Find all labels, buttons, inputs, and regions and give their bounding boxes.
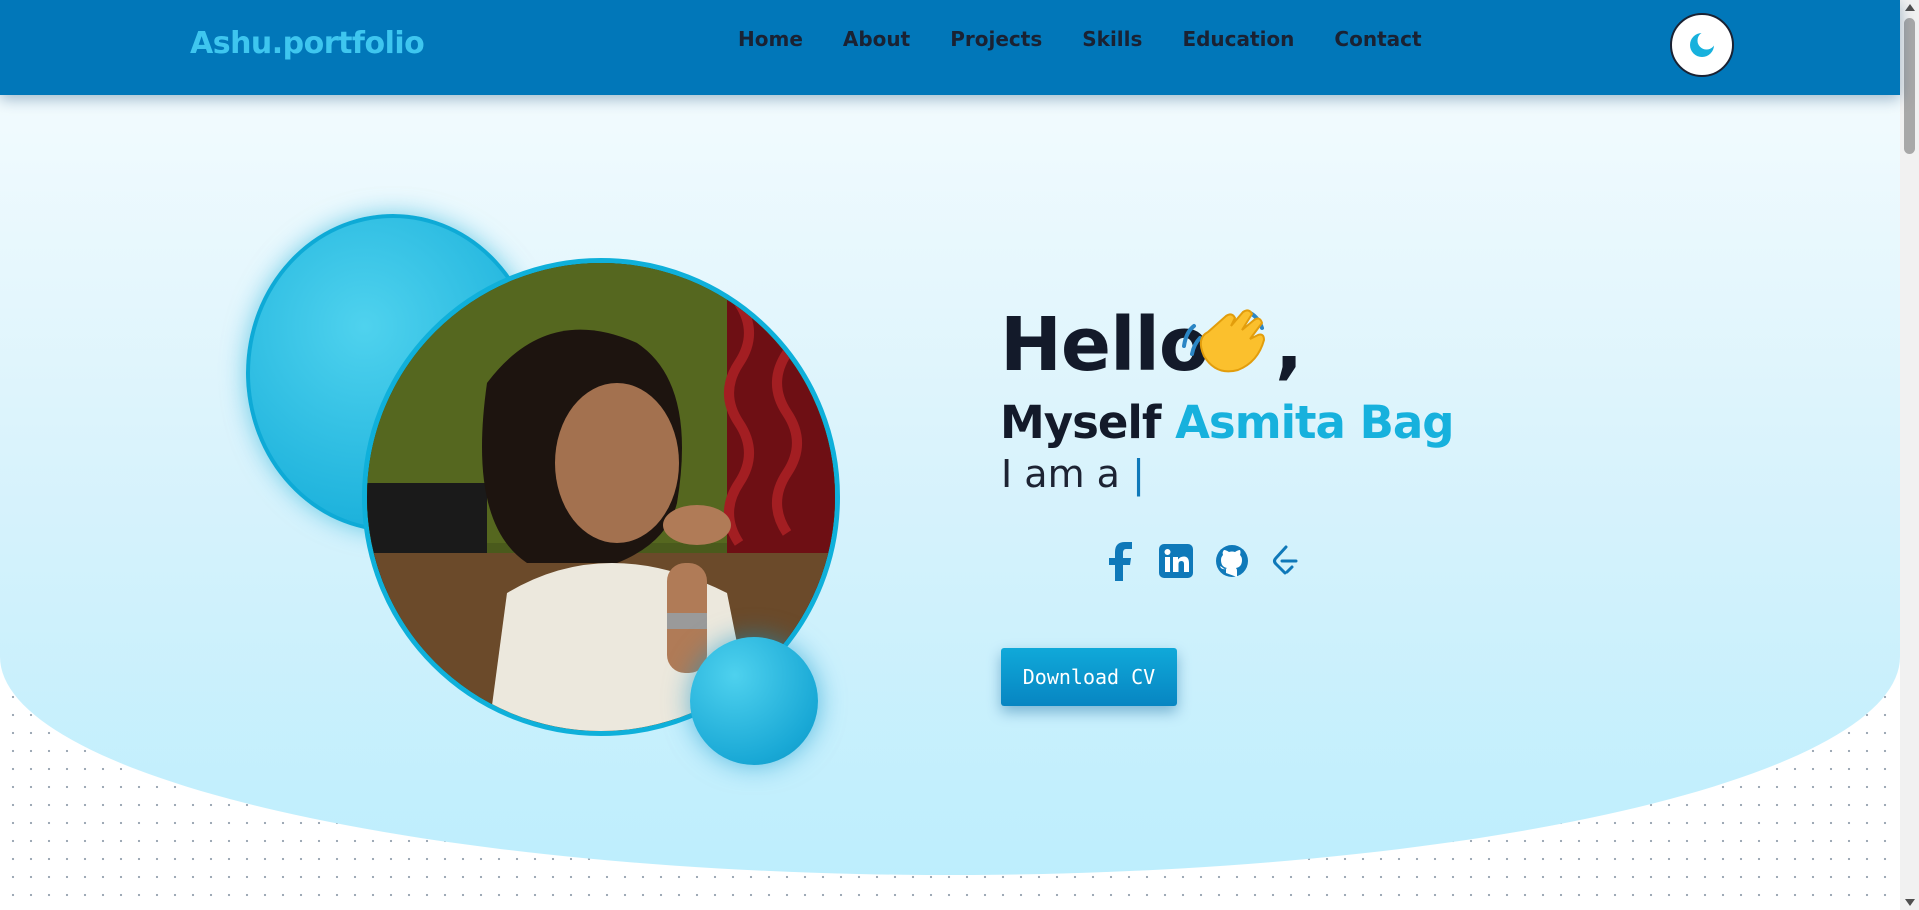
theme-toggle-button[interactable]: [1670, 13, 1734, 77]
intro-name: Asmita Bag: [1175, 396, 1454, 449]
hero-section: [0, 95, 1900, 875]
nav-link-home[interactable]: Home: [738, 27, 803, 51]
waving-hand-icon: [1178, 306, 1268, 390]
scroll-down-arrow-icon[interactable]: [1905, 899, 1915, 906]
nav-link-skills[interactable]: Skills: [1082, 27, 1142, 51]
scroll-thumb[interactable]: [1904, 18, 1915, 154]
github-icon[interactable]: [1214, 543, 1250, 579]
scroll-up-arrow-icon[interactable]: [1905, 4, 1915, 11]
social-links: [1106, 541, 1320, 581]
role-prefix: I am a: [1001, 452, 1120, 496]
intro-prefix: Myself: [1000, 396, 1161, 449]
greeting-comma: ,: [1275, 302, 1304, 388]
nav-links: Home About Projects Skills Education Con…: [738, 27, 1462, 51]
facebook-icon[interactable]: [1106, 541, 1138, 581]
brand-logo[interactable]: Ashu.portfolio: [190, 26, 425, 61]
leetcode-icon[interactable]: [1270, 543, 1300, 579]
navbar: Ashu.portfolio Home About Projects Skill…: [0, 0, 1900, 95]
role-line: I am a |: [1001, 452, 1145, 496]
nav-link-contact[interactable]: Contact: [1334, 27, 1421, 51]
nav-link-education[interactable]: Education: [1182, 27, 1294, 51]
linkedin-icon[interactable]: [1158, 543, 1194, 579]
nav-link-projects[interactable]: Projects: [950, 27, 1042, 51]
vertical-scrollbar[interactable]: [1900, 0, 1919, 910]
decorative-bubble-small: [690, 637, 818, 765]
moon-icon: [1690, 32, 1715, 57]
typing-cursor: |: [1132, 452, 1145, 496]
nav-link-about[interactable]: About: [843, 27, 910, 51]
intro-line: Myself Asmita Bag: [1000, 396, 1454, 449]
download-cv-button[interactable]: Download CV: [1001, 648, 1177, 706]
